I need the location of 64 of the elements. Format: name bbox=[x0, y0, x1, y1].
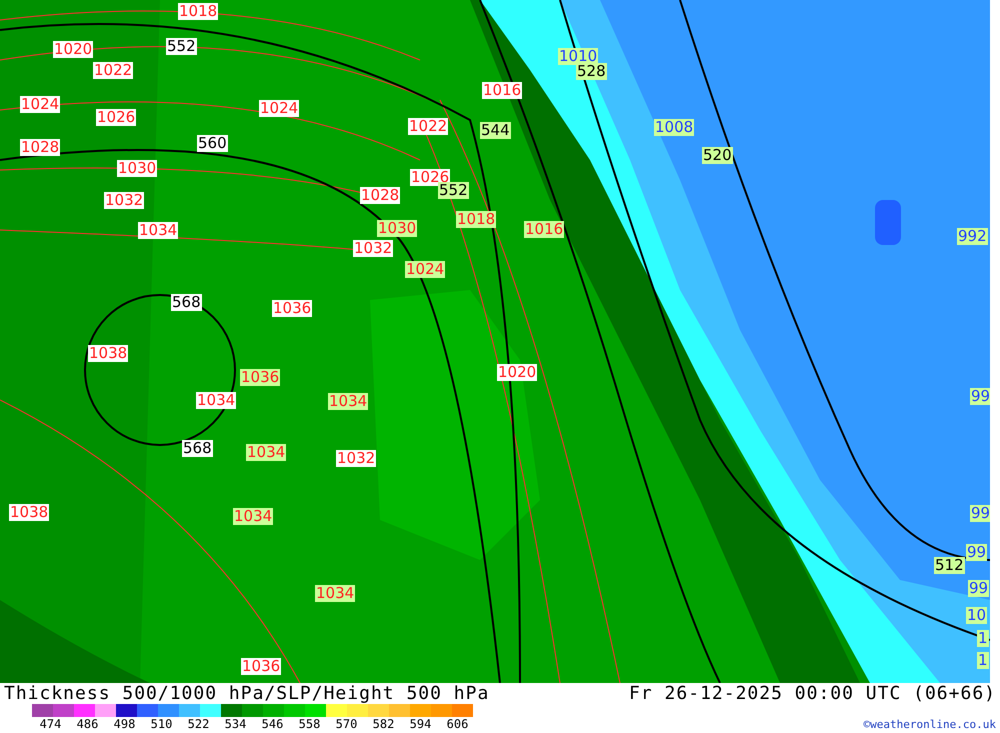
pressure-label: 1018 bbox=[178, 3, 218, 20]
height-label: 544 bbox=[480, 122, 511, 139]
pressure-label: 99 bbox=[970, 388, 990, 405]
pressure-label: 1024 bbox=[20, 96, 60, 113]
pressure-label: 1020 bbox=[497, 364, 538, 381]
pressure-label: 1036 bbox=[240, 369, 280, 386]
pressure-label: 1034 bbox=[315, 585, 356, 602]
pressure-label: 1032 bbox=[104, 192, 144, 209]
pressure-label: 99 bbox=[970, 505, 990, 522]
credit-link[interactable]: ©weatheronline.co.uk bbox=[864, 718, 996, 731]
pressure-label: 1016 bbox=[482, 82, 522, 99]
height-label: 528 bbox=[576, 63, 607, 80]
scale-tick-label: 534 bbox=[224, 717, 248, 731]
pressure-label: 1008 bbox=[654, 119, 694, 136]
pressure-label: 1018 bbox=[456, 211, 496, 228]
pressure-label: 1026 bbox=[96, 109, 136, 126]
pressure-label: 1 bbox=[977, 630, 989, 647]
pressure-label: 1024 bbox=[259, 100, 300, 117]
valid-time: Fr 26-12-2025 00:00 UTC (06+66) bbox=[629, 683, 996, 704]
scale-tick-label: 582 bbox=[372, 717, 396, 731]
pressure-label: 1034 bbox=[196, 392, 236, 409]
pressure-label: 1010 bbox=[558, 48, 598, 65]
pressure-label: 992 bbox=[957, 228, 988, 245]
scale-tick-label: 570 bbox=[334, 717, 358, 731]
pressure-label: 1038 bbox=[88, 345, 128, 362]
pressure-label: 1030 bbox=[377, 220, 418, 237]
height-label: 520 bbox=[702, 147, 733, 164]
pressure-label: 1 bbox=[977, 652, 989, 669]
pressure-label: 1034 bbox=[138, 222, 178, 239]
scale-tick-label: 498 bbox=[112, 717, 136, 731]
scale-tick-label: 558 bbox=[298, 717, 322, 731]
scale-tick-label: 486 bbox=[76, 717, 100, 731]
height-label: 512 bbox=[934, 557, 965, 574]
pressure-label: 1022 bbox=[408, 118, 448, 135]
pressure-label: 1032 bbox=[353, 240, 394, 257]
pressure-label: 1036 bbox=[241, 658, 282, 675]
pressure-label: 99 bbox=[966, 544, 988, 561]
pressure-label: 1028 bbox=[20, 139, 60, 156]
pressure-label: 1016 bbox=[524, 221, 564, 238]
scale-tick-label: 522 bbox=[186, 717, 210, 731]
pressure-label: 1034 bbox=[233, 508, 274, 525]
pressure-label: 99 bbox=[968, 580, 990, 597]
pressure-label: 10 bbox=[966, 607, 988, 624]
pressure-label: 1038 bbox=[9, 504, 50, 521]
scale-tick-label: 474 bbox=[38, 717, 62, 731]
pressure-label: 1032 bbox=[336, 450, 376, 467]
pressure-label: 1034 bbox=[246, 444, 286, 461]
pressure-label: 1036 bbox=[272, 300, 312, 317]
height-label: 552 bbox=[166, 38, 197, 55]
scale-tick-label: 594 bbox=[408, 717, 432, 731]
pressure-label: 1024 bbox=[405, 261, 446, 278]
height-label: 568 bbox=[182, 440, 213, 457]
height-label: 568 bbox=[171, 294, 202, 311]
height-label: 560 bbox=[197, 135, 228, 152]
height-label: 552 bbox=[438, 182, 469, 199]
map-title: Thickness 500/1000 hPa/SLP/Height 500 hPa bbox=[4, 683, 490, 704]
pressure-label: 1034 bbox=[328, 393, 368, 410]
pressure-label: 1030 bbox=[117, 160, 158, 177]
scale-tick-label: 546 bbox=[260, 717, 284, 731]
pressure-label: 1020 bbox=[53, 41, 94, 58]
pressure-label: 1022 bbox=[93, 62, 134, 79]
scale-tick-label: 606 bbox=[446, 717, 470, 731]
scale-tick-label: 510 bbox=[150, 717, 174, 731]
pressure-label: 1028 bbox=[360, 187, 400, 204]
